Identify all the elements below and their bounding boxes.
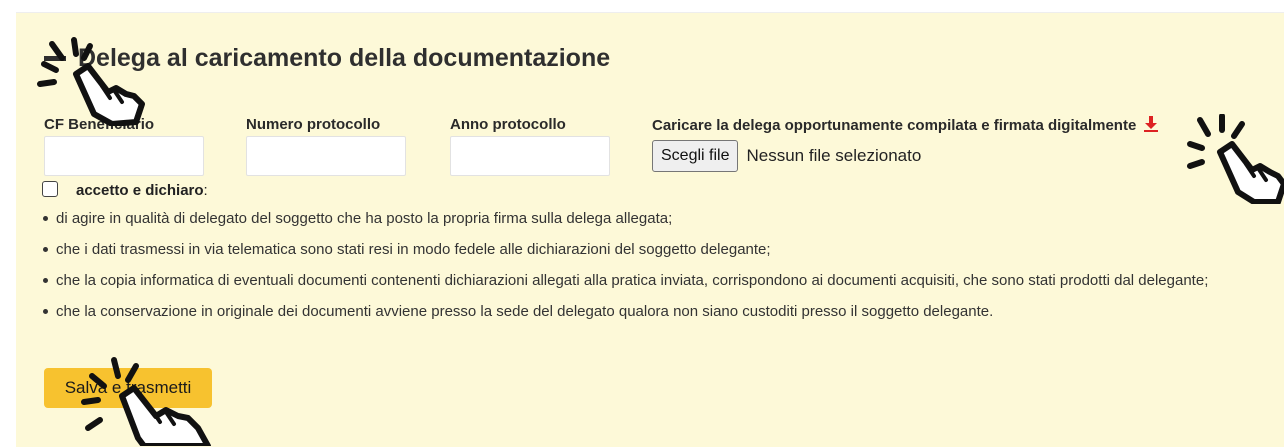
choose-file-button[interactable]: Scegli file [652, 140, 739, 172]
hand-pointer-icon [1187, 114, 1284, 204]
declaration-item: che la copia informatica di eventuali do… [42, 268, 1232, 293]
declarations-list: di agire in qualità di delegato del sogg… [42, 206, 1232, 330]
anno-protocollo-label: Anno protocollo [450, 116, 566, 133]
declaration-item: di agire in qualità di delegato del sogg… [42, 206, 1232, 231]
accept-label-bold: accetto e dichiaro [76, 182, 204, 199]
upload-label-row: Caricare la delega opportunamente compil… [652, 116, 1159, 134]
accept-label-suffix: : [203, 182, 208, 199]
declaration-item: che la conservazione in originale dei do… [42, 299, 1232, 324]
anno-protocollo-input[interactable] [450, 136, 610, 176]
section-title: Delega al caricamento della documentazio… [78, 44, 611, 72]
file-status-text: Nessun file selezionato [746, 146, 922, 165]
hand-pointer-icon [37, 37, 145, 126]
numero-protocollo-label: Numero protocollo [246, 116, 381, 133]
file-input[interactable]: Scegli file Nessun file selezionato [652, 140, 921, 172]
numero-protocollo-input[interactable] [246, 136, 406, 176]
hand-pointer-icon [81, 357, 211, 446]
cf-beneficiario-input[interactable] [44, 136, 204, 176]
accept-checkbox[interactable] [42, 181, 58, 197]
upload-label: Caricare la delega opportunamente compil… [652, 117, 1137, 134]
accept-label: accetto e dichiaro: [76, 182, 208, 199]
download-icon[interactable] [1144, 116, 1159, 132]
declaration-item: che i dati trasmessi in via telematica s… [42, 237, 1232, 262]
